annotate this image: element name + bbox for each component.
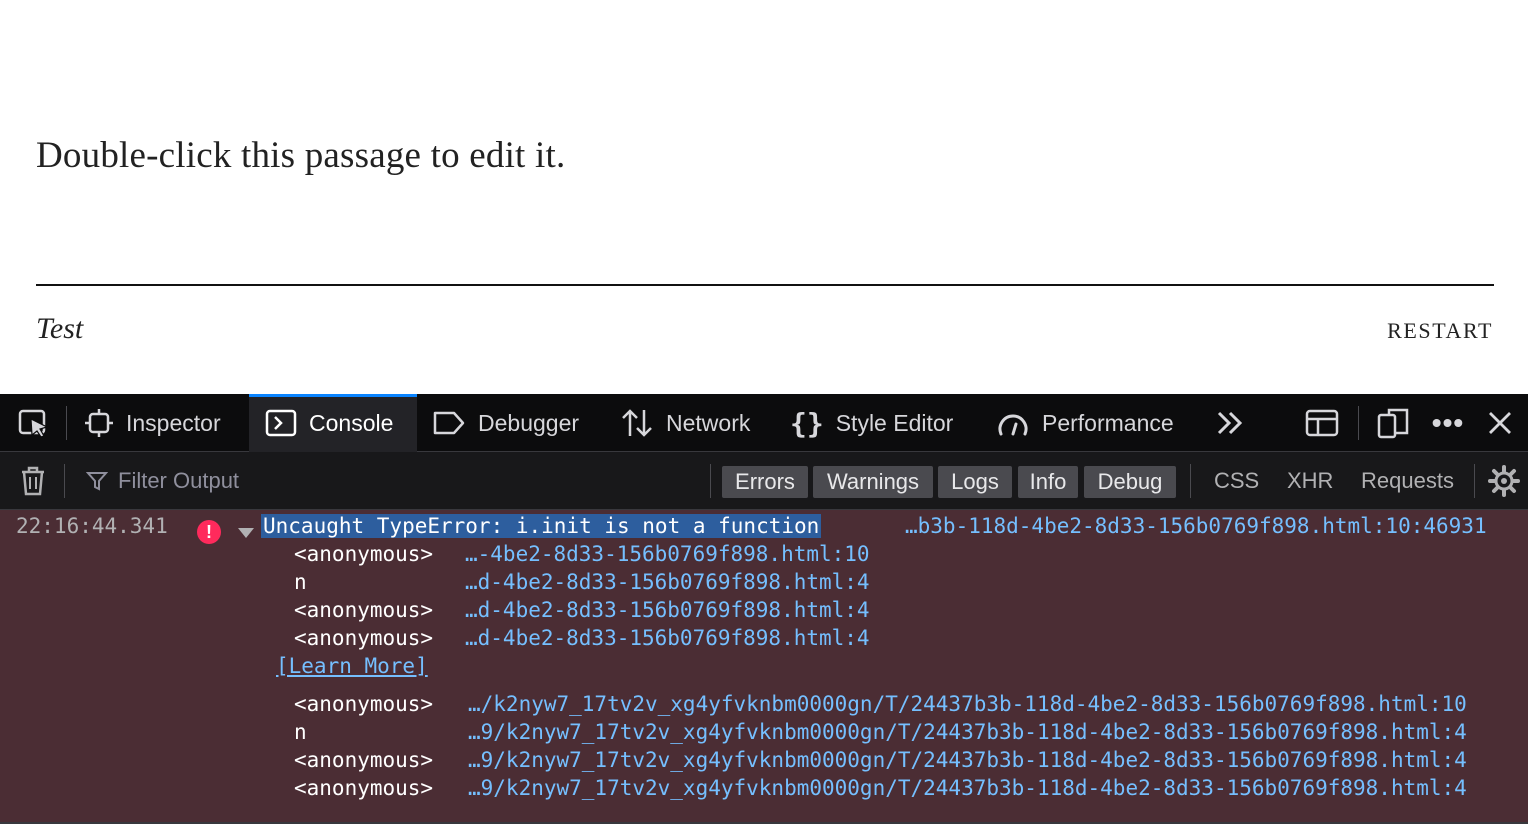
filter-separator — [1474, 464, 1475, 498]
filter-separator — [64, 464, 65, 498]
stack-frame-link[interactable]: …d-4be2-8d33-156b0769f898.html:4 — [465, 626, 870, 650]
responsive-design-icon — [1377, 408, 1409, 439]
passage-text[interactable]: Double-click this passage to edit it. — [36, 134, 565, 177]
stack-frame-function: n — [294, 720, 307, 744]
restart-link[interactable]: RESTART — [1387, 318, 1493, 344]
element-picker-icon — [18, 409, 49, 438]
debugger-icon — [433, 411, 465, 435]
filter-errors-button[interactable]: Errors — [722, 466, 808, 498]
stack-frame-link[interactable]: …d-4be2-8d33-156b0769f898.html:4 — [465, 598, 870, 622]
stack-frame-function: <anonymous> — [294, 748, 434, 772]
chevron-double-right-icon — [1217, 411, 1243, 435]
devtools-panel: Inspector Console Debugger Network {} St… — [0, 394, 1528, 824]
filter-css-button[interactable]: CSS — [1214, 452, 1259, 510]
console-output: 22:16:44.341 ! Uncaught TypeError: i.ini… — [0, 510, 1528, 824]
stack-frame-link[interactable]: …9/k2nyw7_17tv2v_xg4yfvknbm0000gn/T/2443… — [468, 748, 1467, 772]
filter-logs-button[interactable]: Logs — [938, 466, 1012, 498]
stack-frame-function: n — [294, 570, 307, 594]
more-options-button[interactable]: ••• — [1430, 394, 1466, 452]
toolbar-separator — [66, 406, 67, 440]
stack-frame-link[interactable]: …/k2nyw7_17tv2v_xg4yfvknbm0000gn/T/24437… — [468, 692, 1467, 716]
tab-network[interactable]: Network — [620, 394, 770, 452]
filter-warnings-button[interactable]: Warnings — [813, 466, 933, 498]
stack-frame-function: <anonymous> — [294, 626, 434, 650]
tab-inspector-label: Inspector — [126, 409, 221, 436]
inspector-icon — [85, 409, 113, 437]
responsive-design-button[interactable] — [1376, 394, 1412, 452]
stack-frame-function: <anonymous> — [294, 692, 434, 716]
stack-frame-link[interactable]: …9/k2nyw7_17tv2v_xg4yfvknbm0000gn/T/2443… — [468, 776, 1467, 800]
error-icon: ! — [197, 520, 221, 544]
tab-performance-label: Performance — [1042, 409, 1174, 436]
gear-icon — [1488, 465, 1520, 497]
console-settings-button[interactable] — [1486, 452, 1522, 510]
tab-debugger-label: Debugger — [478, 409, 580, 436]
filter-icon — [86, 472, 108, 491]
stack-frame-function: <anonymous> — [294, 542, 434, 566]
more-tools-button[interactable] — [1212, 394, 1248, 452]
console-icon — [265, 409, 297, 437]
devtools-toolbar: Inspector Console Debugger Network {} St… — [0, 394, 1528, 452]
stack-frame-function: <anonymous> — [294, 598, 434, 622]
tab-debugger[interactable]: Debugger — [432, 394, 602, 452]
filter-xhr-button[interactable]: XHR — [1287, 452, 1333, 510]
message-timestamp: 22:16:44.341 — [16, 514, 168, 538]
stack-frame-link[interactable]: …9/k2nyw7_17tv2v_xg4yfvknbm0000gn/T/2443… — [468, 720, 1467, 744]
console-filter-bar: Errors Warnings Logs Info Debug CSS XHR … — [0, 452, 1528, 510]
tab-style-editor-label: Style Editor — [835, 409, 954, 436]
toolbar-separator — [1358, 406, 1359, 440]
error-source-link[interactable]: …b3b-118d-4be2-8d33-156b0769f898.html:10… — [905, 514, 1487, 538]
story-page: Double-click this passage to edit it. Te… — [0, 0, 1528, 394]
stack-frame-link[interactable]: …-4be2-8d33-156b0769f898.html:10 — [465, 542, 870, 566]
dock-layout-icon — [1305, 409, 1339, 437]
filter-separator — [1190, 464, 1191, 498]
tab-console-label: Console — [309, 409, 394, 436]
close-devtools-button[interactable] — [1482, 394, 1518, 452]
style-editor-icon: {} — [790, 406, 824, 440]
ellipsis-icon: ••• — [1431, 407, 1465, 438]
filter-requests-button[interactable]: Requests — [1361, 452, 1454, 510]
tab-style-editor[interactable]: {} Style Editor — [790, 394, 980, 452]
story-title: Test — [36, 312, 84, 345]
tab-inspector[interactable]: Inspector — [84, 394, 244, 452]
stack-frame-function: <anonymous> — [294, 776, 434, 800]
filter-output-field — [86, 460, 706, 502]
network-icon — [622, 409, 652, 437]
error-message[interactable]: Uncaught TypeError: i.init is not a func… — [261, 514, 822, 538]
filter-separator — [710, 464, 711, 498]
trash-icon — [22, 466, 44, 496]
filter-debug-button[interactable]: Debug — [1084, 466, 1176, 498]
dock-layout-button[interactable] — [1304, 394, 1340, 452]
tab-performance[interactable]: Performance — [996, 394, 1196, 452]
error-message-text: Uncaught TypeError: i.init is not a func… — [261, 514, 822, 538]
element-picker-button[interactable] — [14, 394, 54, 452]
performance-icon — [998, 414, 1028, 436]
filter-output-input[interactable] — [116, 467, 680, 495]
close-icon — [1489, 412, 1511, 434]
tab-console[interactable]: Console — [249, 394, 417, 452]
tab-network-label: Network — [666, 409, 751, 436]
filter-info-button[interactable]: Info — [1018, 466, 1078, 498]
learn-more-link[interactable]: [Learn More] — [276, 654, 428, 678]
expand-twisty-icon[interactable] — [238, 528, 254, 538]
footer-divider — [36, 284, 1494, 286]
clear-console-button[interactable] — [18, 452, 48, 510]
stack-frame-link[interactable]: …d-4be2-8d33-156b0769f898.html:4 — [465, 570, 870, 594]
